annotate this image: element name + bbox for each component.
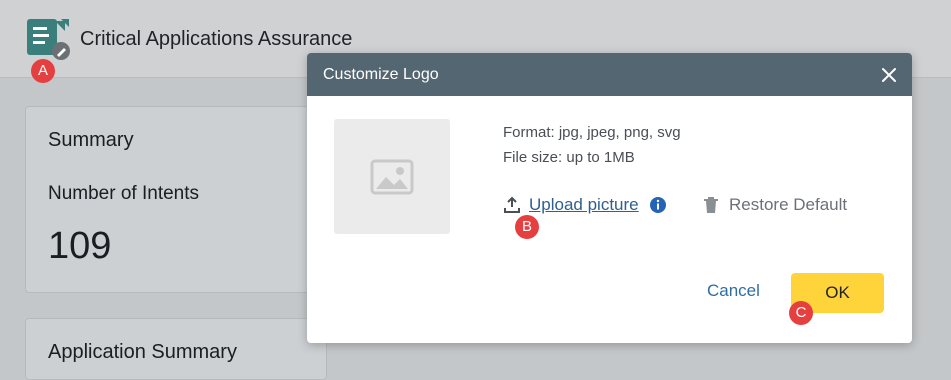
info-icon[interactable]: [649, 196, 667, 214]
intents-value: 109: [48, 225, 112, 267]
intents-label: Number of Intents: [48, 183, 200, 204]
restore-default-label: Restore Default: [729, 195, 848, 214]
upload-picture-link[interactable]: Upload picture: [529, 195, 639, 215]
application-summary-card: Application Summary: [25, 318, 327, 380]
format-text: Format: jpg, jpeg, png, svg: [503, 124, 681, 141]
file-size-text: File size: up to 1MB: [503, 149, 635, 166]
cancel-button[interactable]: Cancel: [707, 281, 760, 301]
customize-logo-dialog: Customize Logo Format: jpg, jpeg, png, s…: [307, 53, 912, 343]
image-placeholder-icon: [370, 159, 414, 195]
dialog-header: Customize Logo: [307, 53, 912, 96]
callout-badge-a: A: [31, 59, 55, 83]
callout-badge-b: B: [515, 215, 539, 239]
trash-icon: [704, 197, 718, 213]
upload-row: Upload picture: [503, 193, 667, 217]
close-icon[interactable]: [876, 62, 902, 88]
app-logo-icon[interactable]: [25, 17, 71, 61]
summary-card-title: Summary: [48, 129, 134, 151]
application-summary-title: Application Summary: [48, 341, 237, 363]
restore-default-button[interactable]: Restore Default: [703, 193, 847, 217]
logo-preview: [334, 119, 450, 234]
summary-card: Summary Number of Intents 109: [25, 106, 327, 293]
app-title: Critical Applications Assurance: [80, 28, 353, 50]
dialog-title: Customize Logo: [323, 66, 439, 83]
callout-badge-c: C: [789, 301, 813, 325]
upload-icon[interactable]: [503, 196, 521, 214]
